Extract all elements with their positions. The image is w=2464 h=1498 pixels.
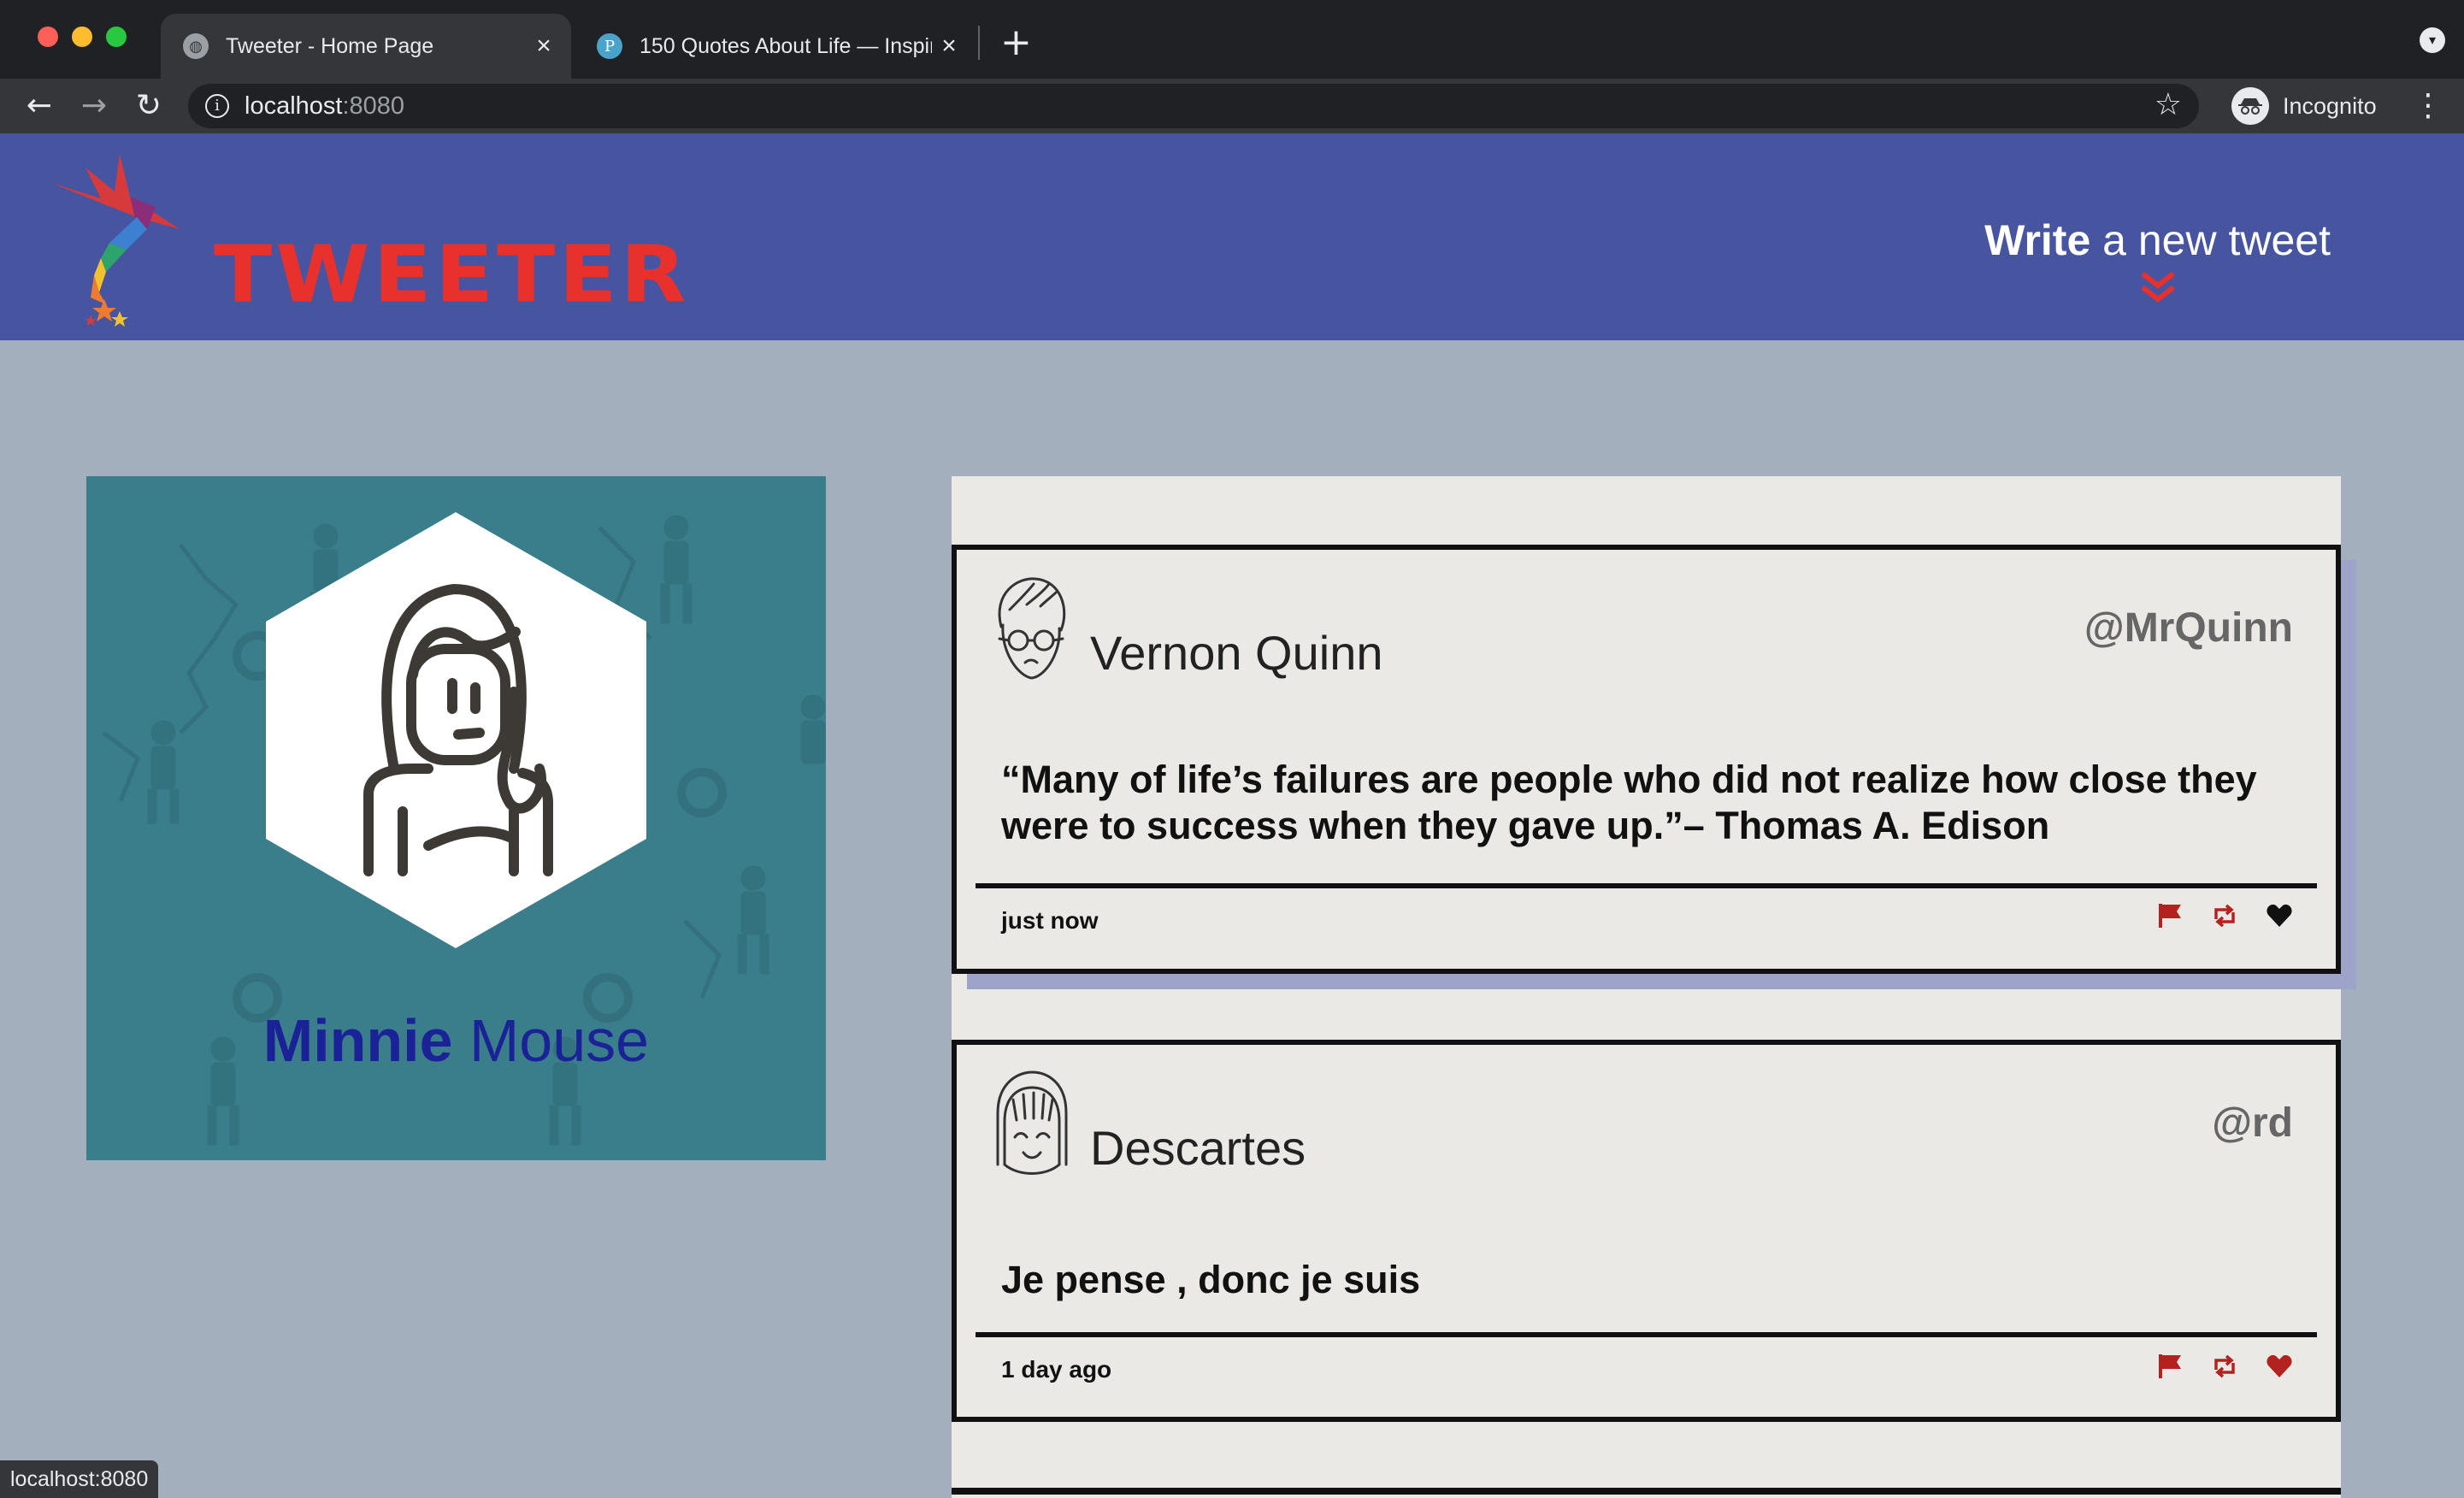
brand-wordmark[interactable]: TWEETER bbox=[214, 231, 690, 317]
compose-label-rest: a new tweet bbox=[2090, 216, 2331, 264]
browser-tabstrip: ◍ Tweeter - Home Page × P 150 Quotes Abo… bbox=[0, 0, 2464, 79]
tweet-card: Vernon Quinn @MrQuinn “Many of life’s fa… bbox=[952, 545, 2341, 974]
next-tweet-edge bbox=[952, 1488, 2341, 1495]
browser-menu-icon[interactable]: ⋮ bbox=[2411, 86, 2445, 127]
address-bar[interactable]: i localhost:8080 ☆ bbox=[188, 84, 2199, 128]
site-favicon: P bbox=[597, 33, 622, 59]
minimize-window-button[interactable] bbox=[72, 27, 92, 47]
profile-card: Minnie Mouse bbox=[86, 476, 826, 1160]
tab-tweeter-home[interactable]: ◍ Tweeter - Home Page × bbox=[161, 14, 571, 79]
browser-toolbar: ← → ↻ i localhost:8080 ☆ Incognito ⋮ bbox=[0, 79, 2464, 133]
incognito-label: Incognito bbox=[2283, 92, 2377, 119]
flag-icon[interactable] bbox=[2156, 902, 2184, 929]
tweet-text: Je pense , donc je suis bbox=[1001, 1258, 1421, 1301]
tweet-author-name: Vernon Quinn bbox=[1090, 626, 1383, 680]
tweet-timestamp: just now bbox=[1001, 907, 1099, 934]
site-info-icon[interactable]: i bbox=[205, 94, 229, 118]
tweet-divider bbox=[976, 1332, 2317, 1337]
close-tab-icon[interactable]: × bbox=[932, 32, 966, 61]
tweet-card: Descartes @rd Je pense , donc je suis 1 … bbox=[952, 1040, 2341, 1422]
tab-title: Tweeter - Home Page bbox=[226, 33, 434, 58]
tab-title: 150 Quotes About Life — Inspir bbox=[640, 33, 932, 58]
tweet-actions bbox=[2156, 902, 2293, 929]
retweet-icon[interactable] bbox=[2211, 902, 2238, 929]
tab-separator bbox=[978, 26, 980, 60]
back-button[interactable]: ← bbox=[17, 84, 62, 128]
profile-first-name: Minnie bbox=[262, 1007, 453, 1074]
maximize-window-button[interactable] bbox=[106, 27, 127, 47]
hummingbird-logo-icon[interactable] bbox=[51, 147, 214, 330]
url-host: localhost bbox=[245, 92, 343, 120]
compose-label-bold: Write bbox=[1984, 216, 2091, 264]
status-bar-url: localhost:8080 bbox=[0, 1460, 159, 1498]
profile-avatar[interactable] bbox=[266, 512, 646, 948]
close-tab-icon[interactable]: × bbox=[527, 32, 561, 61]
profile-name: Minnie Mouse bbox=[86, 1006, 826, 1075]
compose-label: Write a new tweet bbox=[1984, 215, 2331, 265]
reload-button[interactable]: ↻ bbox=[127, 84, 171, 128]
tab-quotes[interactable]: P 150 Quotes About Life — Inspir × bbox=[575, 14, 976, 79]
bookmark-star-icon[interactable]: ☆ bbox=[2155, 87, 2182, 122]
globe-icon: ◍ bbox=[183, 33, 209, 59]
tweet-divider bbox=[976, 883, 2317, 888]
double-chevron-down-icon[interactable] bbox=[1984, 270, 2331, 306]
url-port: :8080 bbox=[342, 92, 405, 120]
tweet-actions bbox=[2156, 1353, 2293, 1380]
author-avatar-icon bbox=[996, 1070, 1068, 1175]
incognito-icon bbox=[2231, 87, 2269, 125]
tweet-text: “Many of life’s failures are people who … bbox=[1001, 758, 2257, 847]
tweet-author-name: Descartes bbox=[1090, 1121, 1306, 1175]
tab-search-button[interactable]: ▾ bbox=[2420, 27, 2445, 53]
heart-icon[interactable] bbox=[2266, 902, 2293, 929]
tweet-author-handle[interactable]: @MrQuinn bbox=[2084, 605, 2293, 652]
retweet-icon[interactable] bbox=[2211, 1353, 2238, 1380]
author-avatar-icon bbox=[998, 577, 1066, 680]
flag-icon[interactable] bbox=[2156, 1353, 2184, 1380]
close-window-button[interactable] bbox=[38, 27, 58, 47]
tweet-author-handle[interactable]: @rd bbox=[2212, 1100, 2293, 1147]
new-tab-button[interactable]: + bbox=[1000, 19, 1032, 67]
address-url[interactable]: localhost:8080 bbox=[245, 92, 404, 121]
heart-icon[interactable] bbox=[2266, 1353, 2293, 1380]
compose-toggle[interactable]: Write a new tweet bbox=[1984, 215, 2331, 306]
site-header: TWEETER Write a new tweet bbox=[0, 133, 2464, 340]
tweet-timestamp: 1 day ago bbox=[1001, 1356, 1112, 1383]
profile-last-name: Mouse bbox=[469, 1007, 650, 1074]
forward-button[interactable]: → bbox=[72, 84, 116, 128]
incognito-profile-button[interactable]: Incognito bbox=[2226, 82, 2396, 130]
